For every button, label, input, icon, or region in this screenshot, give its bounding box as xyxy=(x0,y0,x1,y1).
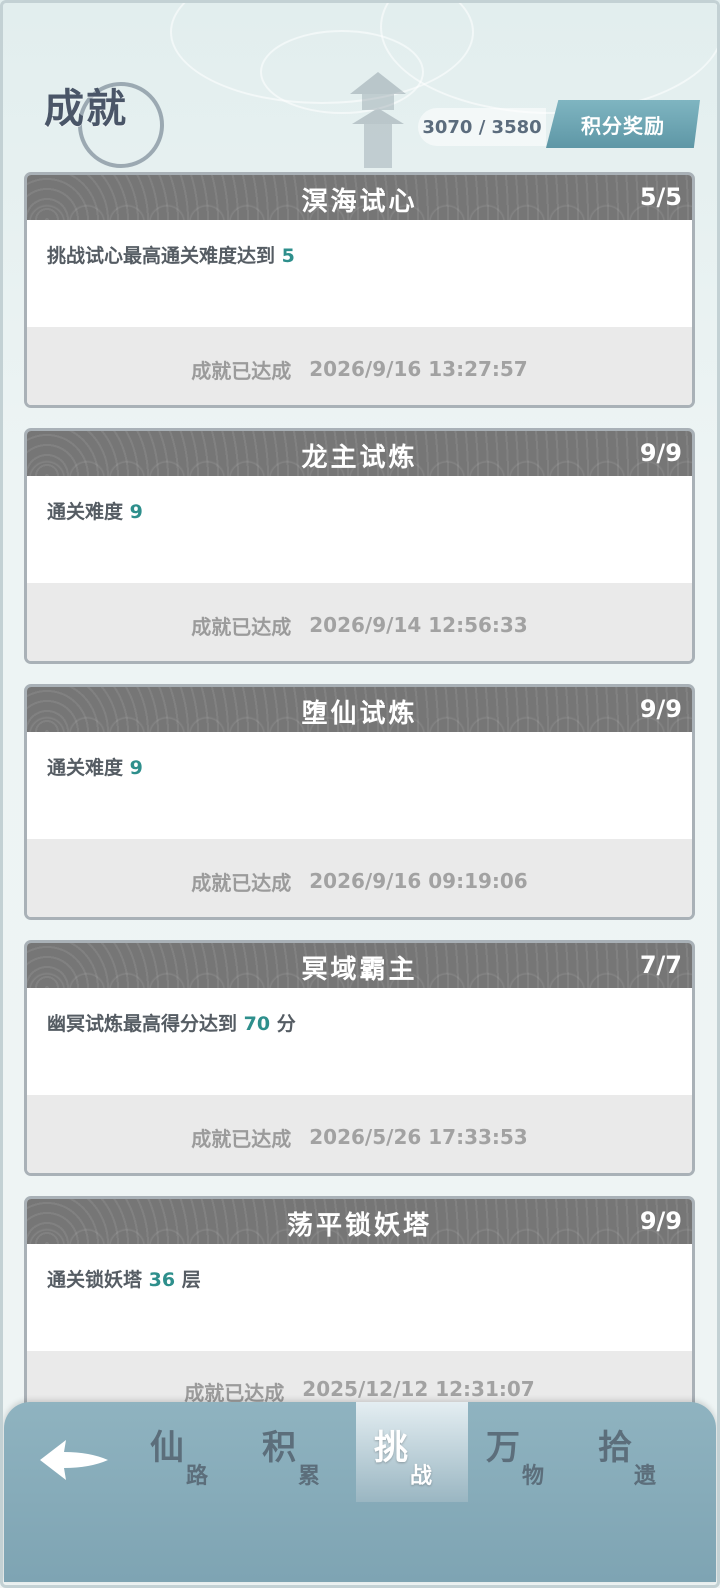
achievement-status: 成就已达成 xyxy=(191,358,292,383)
achievement-count: 9/9 xyxy=(639,1207,682,1235)
tab-shi-yi[interactable]: 拾 遗 xyxy=(580,1402,692,1502)
achievement-date: 2026/5/26 17:33:53 xyxy=(309,1125,528,1149)
score-separator: / xyxy=(472,116,492,138)
page-title: 成就 xyxy=(44,85,128,132)
achievement-card: 溟海试心 5/5 挑战试心最高通关难度达到 5 成就已达成 2026/9/16 … xyxy=(24,172,695,408)
achievement-status: 成就已达成 xyxy=(191,1126,292,1151)
points-reward-button[interactable]: 积分奖励 xyxy=(546,100,700,148)
tab-xian-lu[interactable]: 仙 路 xyxy=(132,1402,244,1502)
achievement-description: 挑战试心最高通关难度达到 5 xyxy=(47,245,295,267)
tab-tiao-zhan[interactable]: 挑 战 xyxy=(356,1402,468,1502)
header: 成就 3070 / 3580 积分奖励 xyxy=(0,0,720,170)
achievement-status-bar: 成就已达成 2026/9/16 09:19:06 xyxy=(27,839,692,917)
achievement-date: 2025/12/12 12:31:07 xyxy=(302,1377,535,1401)
achievement-status: 成就已达成 xyxy=(191,870,292,895)
achievement-title: 荡平锁妖塔 xyxy=(286,1211,432,1241)
achievement-title: 堕仙试炼 xyxy=(301,699,418,729)
back-button[interactable] xyxy=(34,1430,114,1490)
achievement-description: 通关难度 9 xyxy=(47,757,143,779)
achievement-card: 冥域霸主 7/7 幽冥试炼最高得分达到 70 分 成就已达成 2026/5/26… xyxy=(24,940,695,1176)
score-current: 3070 xyxy=(422,116,473,138)
achievement-status-bar: 成就已达成 2026/5/26 17:33:53 xyxy=(27,1095,692,1173)
tab-wan-wu[interactable]: 万 物 xyxy=(468,1402,580,1502)
achievement-title: 溟海试心 xyxy=(301,187,418,217)
pagoda-illustration xyxy=(350,72,406,168)
score-display: 3070 / 3580 xyxy=(418,108,546,146)
achievement-date: 2026/9/16 13:27:57 xyxy=(309,357,528,381)
achievement-count: 5/5 xyxy=(639,183,682,211)
cloud-decoration xyxy=(380,0,720,114)
achievement-card: 荡平锁妖塔 9/9 通关锁妖塔 36 层 成就已达成 2025/12/12 12… xyxy=(24,1196,695,1432)
achievement-status-bar: 成就已达成 2026/9/16 13:27:57 xyxy=(27,327,692,405)
achievement-description: 通关难度 9 xyxy=(47,501,143,523)
achievement-title: 龙主试炼 xyxy=(301,443,418,473)
tab-ji-lei[interactable]: 积 累 xyxy=(244,1402,356,1502)
achievement-date: 2026/9/16 09:19:06 xyxy=(309,869,528,893)
achievement-title: 冥域霸主 xyxy=(301,955,418,985)
achievement-status: 成就已达成 xyxy=(191,614,292,639)
achievement-status-bar: 成就已达成 2026/9/14 12:56:33 xyxy=(27,583,692,661)
achievement-count: 7/7 xyxy=(639,951,682,979)
achievement-card: 堕仙试炼 9/9 通关难度 9 成就已达成 2026/9/16 09:19:06 xyxy=(24,684,695,920)
score-total: 3580 xyxy=(491,116,542,138)
achievement-description: 幽冥试炼最高得分达到 70 分 xyxy=(47,1013,296,1035)
back-arrow-icon xyxy=(40,1440,108,1480)
achievement-count: 9/9 xyxy=(639,695,682,723)
bottom-nav: 仙 路 积 累 挑 战 万 物 拾 遗 xyxy=(4,1402,716,1582)
achievement-description: 通关锁妖塔 36 层 xyxy=(47,1269,201,1291)
achievement-date: 2026/9/14 12:56:33 xyxy=(309,613,528,637)
achievement-count: 9/9 xyxy=(639,439,682,467)
achievement-card: 龙主试炼 9/9 通关难度 9 成就已达成 2026/9/14 12:56:33 xyxy=(24,428,695,664)
